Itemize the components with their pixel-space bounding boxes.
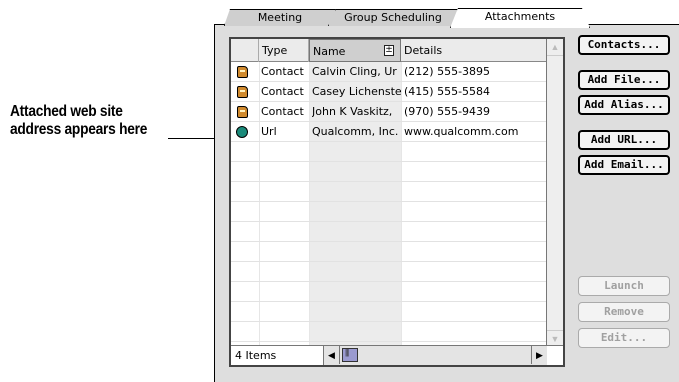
empty-row <box>231 322 547 342</box>
tab-group-scheduling[interactable]: Group Scheduling <box>328 9 458 26</box>
list-header: Type Name ± Details <box>231 39 547 62</box>
add-alias-button[interactable]: Add Alias... <box>578 95 670 115</box>
scroll-right-arrow-icon[interactable]: ▶ <box>531 346 547 364</box>
row-name: John K Vaskitz, <box>312 105 393 118</box>
row-details: (212) 555-3895 <box>404 65 491 78</box>
header-name-label: Name <box>313 45 346 58</box>
item-count: 4 Items <box>235 349 277 362</box>
empty-row <box>231 262 547 282</box>
url-globe-icon <box>236 126 248 138</box>
row-type: Contact <box>261 105 304 118</box>
tab-meeting[interactable]: Meeting <box>224 9 336 26</box>
row-details: www.qualcomm.com <box>404 125 519 138</box>
empty-row <box>231 162 547 182</box>
row-details: (415) 555-5584 <box>404 85 491 98</box>
row-name: Calvin Cling, Ur <box>312 65 397 78</box>
callout-annotation: Attached web site address appears here <box>10 103 148 138</box>
row-details: (970) 555-9439 <box>404 105 491 118</box>
list-item[interactable]: Contact Calvin Cling, Ur (212) 555-3895 <box>231 62 547 82</box>
contact-card-icon <box>237 106 248 118</box>
contact-card-icon <box>237 66 248 78</box>
row-name: Qualcomm, Inc. <box>312 125 399 138</box>
empty-row <box>231 242 547 262</box>
attachments-list[interactable]: Type Name ± Details Contact Calvin Cling… <box>229 37 565 367</box>
empty-row <box>231 202 547 222</box>
row-name: Casey Lichenste <box>312 85 401 98</box>
edit-button[interactable]: Edit... <box>578 328 670 348</box>
header-icon-column[interactable] <box>231 39 259 62</box>
add-file-button[interactable]: Add File... <box>578 70 670 90</box>
vertical-scrollbar[interactable]: ▲ ▼ <box>546 39 563 347</box>
row-type: Url <box>261 125 277 138</box>
scroll-left-arrow-icon[interactable]: ◀ <box>324 346 340 364</box>
empty-row <box>231 282 547 302</box>
sort-direction-icon[interactable]: ± <box>384 45 394 56</box>
list-item[interactable]: Url Qualcomm, Inc. www.qualcomm.com <box>231 122 547 142</box>
contacts-button[interactable]: Contacts... <box>578 35 670 55</box>
contact-card-icon <box>237 86 248 98</box>
empty-row <box>231 142 547 162</box>
remove-button[interactable]: Remove <box>578 302 670 322</box>
horizontal-scrollbar[interactable]: ◀ ▶ <box>323 346 547 365</box>
add-url-button[interactable]: Add URL... <box>578 130 670 150</box>
row-type: Contact <box>261 65 304 78</box>
list-item[interactable]: Contact John K Vaskitz, (970) 555-9439 <box>231 102 547 122</box>
scroll-thumb[interactable] <box>342 348 358 362</box>
tab-attachments[interactable]: Attachments <box>450 8 590 28</box>
header-type[interactable]: Type <box>259 39 309 62</box>
header-name[interactable]: Name ± <box>309 39 401 62</box>
add-email-button[interactable]: Add Email... <box>578 155 670 175</box>
empty-row <box>231 222 547 242</box>
row-type: Contact <box>261 85 304 98</box>
empty-row <box>231 182 547 202</box>
list-item[interactable]: Contact Casey Lichenste (415) 555-5584 <box>231 82 547 102</box>
empty-row <box>231 302 547 322</box>
scroll-up-arrow-icon[interactable]: ▲ <box>547 39 563 56</box>
list-footer: 4 Items ◀ ▶ <box>231 345 563 365</box>
launch-button[interactable]: Launch <box>578 276 670 296</box>
header-details[interactable]: Details <box>401 39 547 62</box>
